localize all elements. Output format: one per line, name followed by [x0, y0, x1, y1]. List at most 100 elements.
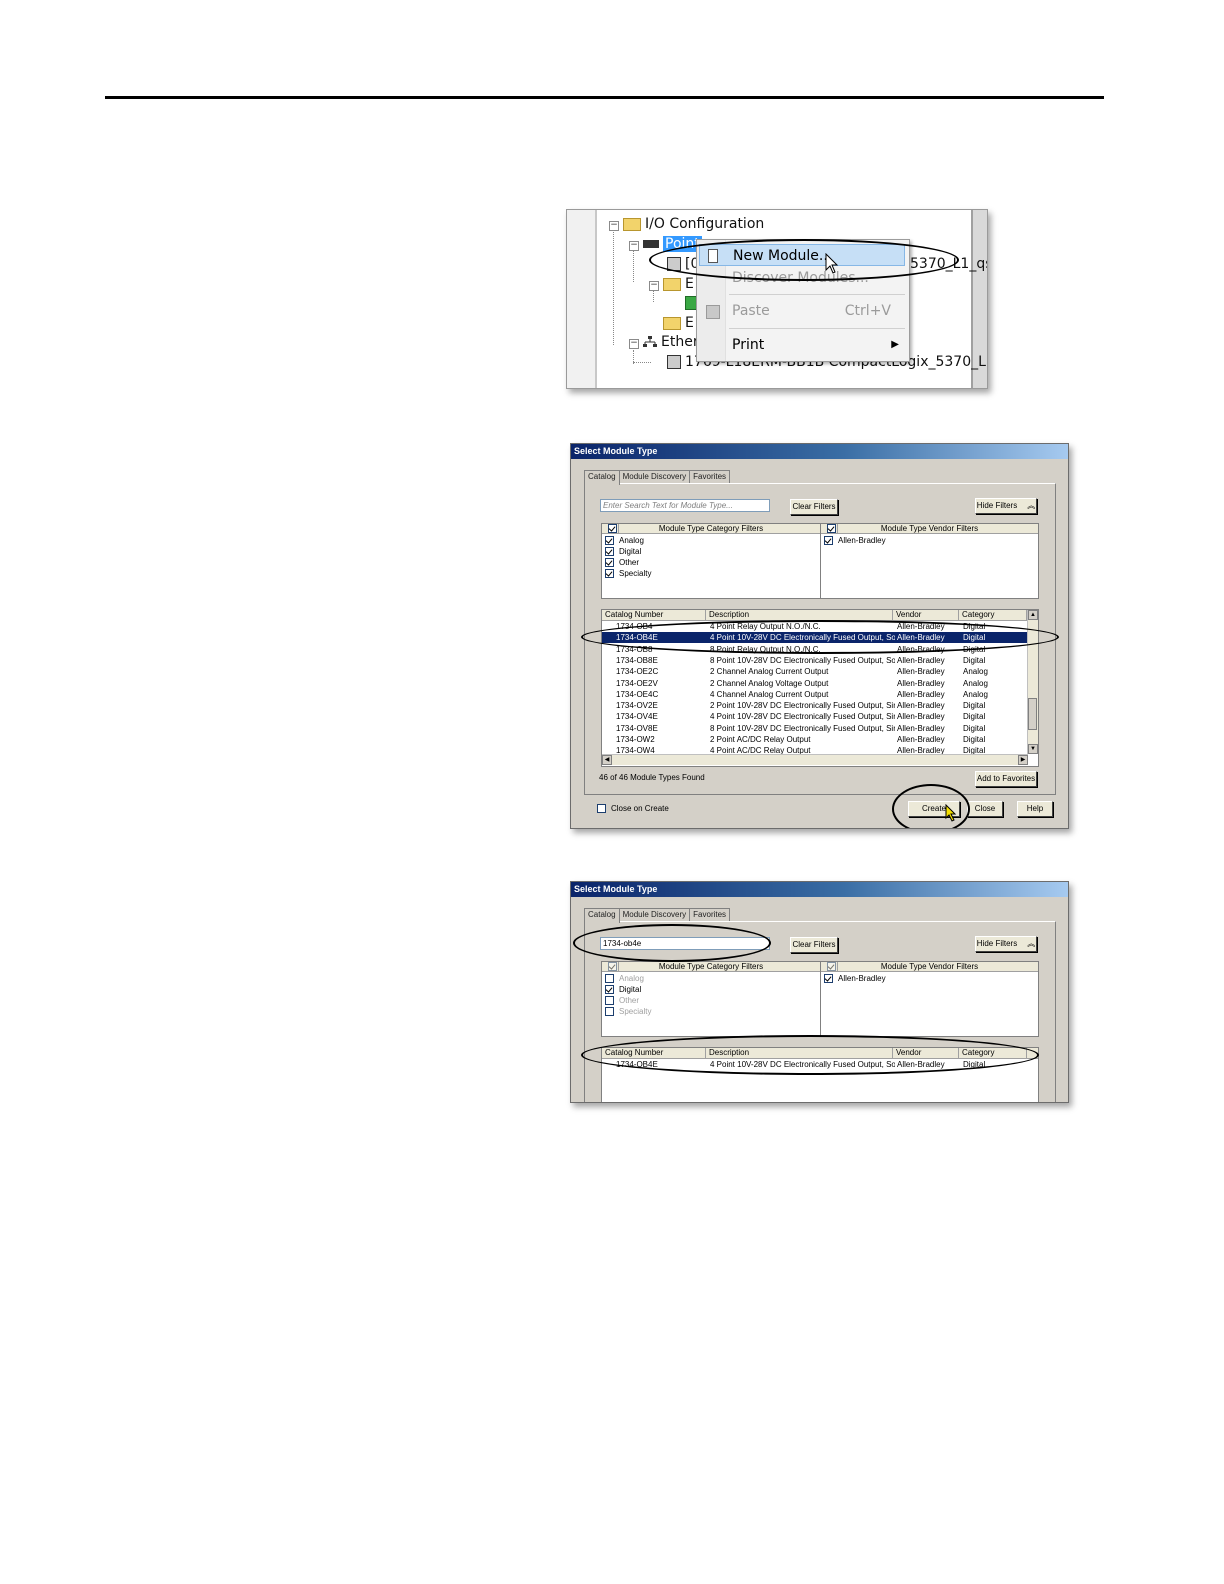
select-all-checkbox[interactable]	[607, 962, 617, 972]
collapse-icon[interactable]: −	[629, 339, 639, 349]
highlight-ellipse	[649, 239, 959, 281]
checkbox[interactable]	[605, 985, 614, 995]
checkbox[interactable]	[824, 536, 833, 546]
folder-icon	[663, 277, 681, 291]
collapse-icon[interactable]: −	[629, 241, 639, 251]
close-on-create-option[interactable]: Close on Create	[597, 804, 669, 814]
select-module-dialog: Select Module Type Catalog Module Discove…	[570, 443, 1069, 829]
menu-item-paste[interactable]: Paste Ctrl+V	[699, 300, 905, 322]
paste-icon	[706, 305, 720, 319]
dialog-title: Select Module Type	[571, 882, 1068, 897]
select-all-checkbox[interactable]	[826, 524, 836, 534]
checkbox[interactable]	[597, 804, 606, 814]
filter-row-allen-bradley[interactable]: Allen-Bradley	[824, 535, 886, 546]
tree-node-ethernet[interactable]: Ether	[643, 334, 699, 350]
filter-row-specialty[interactable]: Specialty	[605, 1006, 651, 1017]
select-all-checkbox[interactable]	[826, 962, 836, 972]
close-button[interactable]: Close	[967, 801, 1003, 817]
filter-row-analog[interactable]: Analog	[605, 973, 644, 984]
shortcut-label: Ctrl+V	[844, 303, 891, 319]
cell-description: 4 Point 10V-28V DC Electronically Fused …	[710, 712, 895, 722]
scroll-down-icon[interactable]: ▼	[1028, 744, 1038, 754]
checkbox[interactable]	[605, 558, 614, 568]
cell-category: Analog	[963, 678, 988, 688]
collapse-icon[interactable]: −	[649, 281, 659, 291]
cell-vendor: Allen-Bradley	[897, 712, 945, 722]
table-row[interactable]: 1734-OV8E 8 Point 10V-28V DC Electronical…	[602, 723, 1038, 734]
horizontal-scrollbar[interactable]: ◀ ▶	[602, 754, 1028, 765]
clear-filters-button[interactable]: Clear Filters	[790, 937, 838, 953]
hide-filters-button[interactable]: Hide Filters ︽	[975, 936, 1037, 952]
cell-description: 2 Point 10V-28V DC Electronically Fused …	[710, 701, 895, 711]
tree-node-io-configuration[interactable]: I/O Configuration	[623, 216, 764, 232]
folder-icon	[663, 316, 681, 330]
table-row[interactable]: 1734-OE2C 2 Channel Analog Current Output…	[602, 666, 1038, 677]
help-button[interactable]: Help	[1017, 801, 1053, 817]
dialog-title: Select Module Type	[571, 444, 1068, 459]
cell-catalog-number: 1734-OE2V	[616, 678, 658, 688]
tree-node-folder[interactable]: E	[663, 315, 694, 331]
tab-module-discovery[interactable]: Module Discovery	[618, 470, 691, 483]
column-catalog-number[interactable]: Catalog Number	[602, 610, 706, 620]
select-all-checkbox[interactable]	[607, 524, 617, 534]
backplane-icon	[643, 240, 659, 248]
tab-catalog[interactable]: Catalog	[584, 908, 620, 923]
checkbox[interactable]	[605, 569, 614, 579]
tab-module-discovery[interactable]: Module Discovery	[618, 908, 691, 921]
table-row[interactable]: 1734-OW2 2 Point AC/DC Relay Output Allen-…	[602, 734, 1038, 745]
scroll-thumb[interactable]	[1028, 698, 1037, 730]
tree-left-gutter	[567, 210, 597, 388]
filter-row-specialty[interactable]: Specialty	[605, 568, 651, 579]
filter-row-analog[interactable]: Analog	[605, 535, 644, 546]
column-category[interactable]: Category	[959, 610, 1027, 620]
tab-strip: Catalog Module Discovery Favorites	[584, 908, 731, 923]
checkbox[interactable]	[605, 1007, 614, 1017]
cell-vendor: Allen-Bradley	[897, 667, 945, 677]
table-row[interactable]: 1734-OE2V 2 Channel Analog Voltage Output…	[602, 678, 1038, 689]
table-row[interactable]: 1734-OV4E 4 Point 10V-28V DC Electronical…	[602, 711, 1038, 722]
vendor-filter-box: Module Type Vendor Filters Allen-Bradley	[820, 961, 1039, 1037]
filter-row-digital[interactable]: Digital	[605, 546, 641, 557]
highlight-ellipse	[573, 924, 771, 962]
tab-favorites[interactable]: Favorites	[689, 470, 731, 483]
checkbox[interactable]	[605, 547, 614, 557]
cell-vendor: Allen-Bradley	[897, 689, 945, 699]
tab-favorites[interactable]: Favorites	[689, 908, 731, 921]
search-input[interactable]: Enter Search Text for Module Type...	[600, 499, 770, 512]
filter-row-digital[interactable]: Digital	[605, 984, 641, 995]
menu-item-print[interactable]: Print ▶	[699, 334, 905, 356]
scroll-left-icon[interactable]: ◀	[602, 755, 612, 765]
category-filter-header: Module Type Category Filters	[658, 962, 764, 971]
column-vendor[interactable]: Vendor	[893, 610, 959, 620]
table-row[interactable]: 1734-OV2E 2 Point 10V-28V DC Electronical…	[602, 700, 1038, 711]
filter-row-other[interactable]: Other	[605, 557, 639, 568]
checkbox[interactable]	[605, 996, 614, 1006]
checkbox[interactable]	[824, 974, 833, 984]
tree-node-folder[interactable]: E	[663, 276, 694, 292]
network-icon	[643, 336, 657, 348]
clear-filters-button[interactable]: Clear Filters	[790, 499, 838, 515]
cell-category: Analog	[963, 667, 988, 677]
cell-description: 2 Channel Analog Current Output	[710, 667, 829, 677]
add-to-favorites-button[interactable]: Add to Favorites	[975, 771, 1037, 787]
checkbox[interactable]	[605, 974, 614, 984]
double-chevron-up-icon: ︽	[1027, 501, 1036, 510]
module-icon	[667, 355, 681, 369]
select-module-dialog-filtered: Select Module Type Catalog Module Discove…	[570, 881, 1069, 1103]
column-description[interactable]: Description	[706, 610, 893, 620]
menu-separator	[729, 294, 905, 295]
cell-catalog-number: 1734-OV4E	[616, 712, 658, 722]
cell-catalog-number: 1734-OW2	[616, 735, 655, 744]
tab-catalog[interactable]: Catalog	[584, 470, 620, 485]
table-row[interactable]: 1734-OE4C 4 Channel Analog Current Output…	[602, 689, 1038, 700]
table-row[interactable]: 1734-OB8E 8 Point 10V-28V DC Electronical…	[602, 655, 1038, 666]
collapse-icon[interactable]: −	[609, 221, 619, 231]
hide-filters-button[interactable]: Hide Filters ︽	[975, 498, 1037, 514]
scroll-right-icon[interactable]: ▶	[1018, 755, 1028, 765]
scroll-up-icon[interactable]: ▲	[1028, 610, 1038, 620]
filter-row-other[interactable]: Other	[605, 995, 639, 1006]
tree-connector	[633, 362, 651, 363]
checkbox[interactable]	[605, 536, 614, 546]
filter-row-allen-bradley[interactable]: Allen-Bradley	[824, 973, 886, 984]
tab-strip: Catalog Module Discovery Favorites	[584, 470, 731, 485]
